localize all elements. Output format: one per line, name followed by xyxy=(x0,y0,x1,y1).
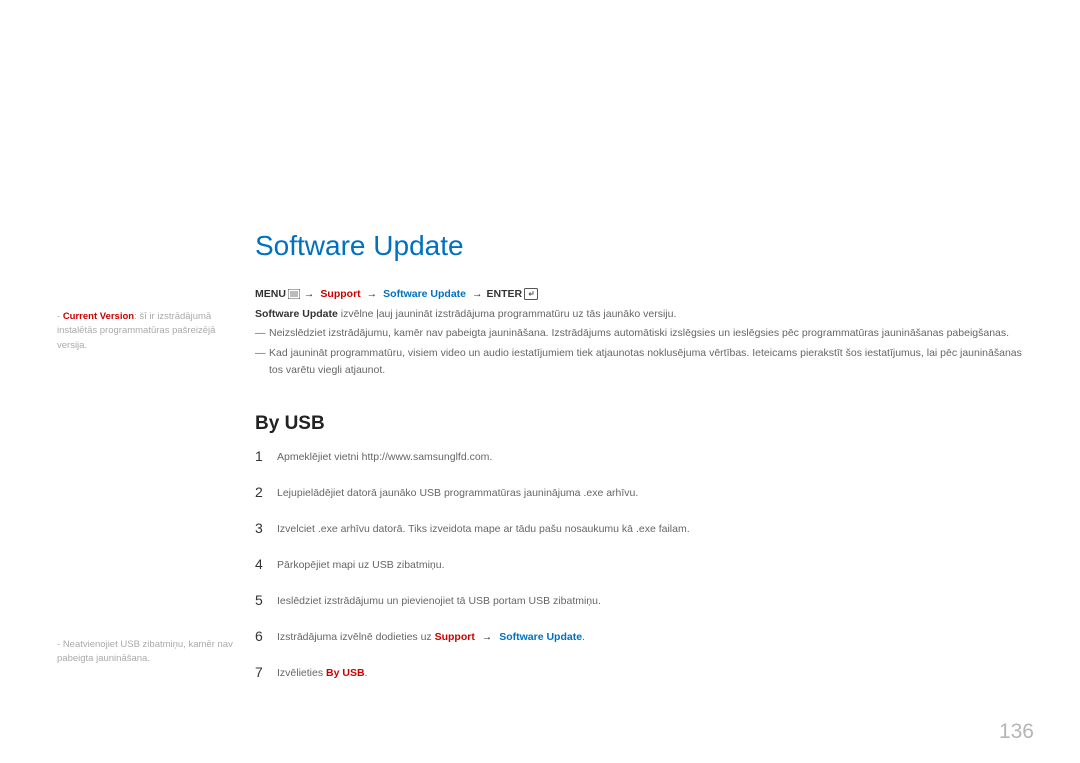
step-text: Izvelciet .exe arhīvu datorā. Tiks izvei… xyxy=(277,520,690,535)
step-number: 6 xyxy=(255,628,277,644)
step-number: 7 xyxy=(255,664,277,680)
notes: Neizslēdziet izstrādājumu, kamēr nav pab… xyxy=(255,325,1035,382)
arrow-icon: → xyxy=(472,288,483,300)
step: 2 Lejupielādējiet datorā jaunāko USB pro… xyxy=(255,484,1035,500)
side-note-usb-warning: - Neatvienojiet USB zibatmiņu, kamēr nav… xyxy=(57,638,237,667)
step6-prefix: Izstrādājuma izvēlnē dodieties uz xyxy=(277,631,435,643)
step-text: Ieslēdziet izstrādājumu un pievienojiet … xyxy=(277,592,601,607)
step: 3 Izvelciet .exe arhīvu datorā. Tiks izv… xyxy=(255,520,1035,536)
note-line: Neizslēdziet izstrādājumu, kamēr nav pab… xyxy=(255,325,1035,341)
enter-label: ENTER xyxy=(487,288,523,300)
side-note-current-version: - Current Version: šī ir izstrādājumā in… xyxy=(57,310,237,353)
intro-line: Software Update izvēlne ļauj jaunināt iz… xyxy=(255,308,676,320)
document-page: Software Update MENU → Support → Softwar… xyxy=(0,0,1080,763)
page-number: 136 xyxy=(999,720,1034,744)
side2-text: Neatvienojiet USB zibatmiņu, kamēr nav p… xyxy=(57,639,233,664)
subheading: By USB xyxy=(255,413,325,435)
step6-support: Support xyxy=(435,631,475,643)
step-number: 5 xyxy=(255,592,277,608)
page-title: Software Update xyxy=(255,230,464,262)
step-number: 2 xyxy=(255,484,277,500)
arrow-icon: → xyxy=(367,288,378,300)
current-version-label: Current Version xyxy=(63,311,134,322)
step6-dot: . xyxy=(582,631,585,643)
step-number: 4 xyxy=(255,556,277,572)
step: 4 Pārkopējiet mapi uz USB zibatmiņu. xyxy=(255,556,1035,572)
step: 5 Ieslēdziet izstrādājumu un pievienojie… xyxy=(255,592,1035,608)
step7-dot: . xyxy=(365,667,368,679)
step: 6 Izstrādājuma izvēlnē dodieties uz Supp… xyxy=(255,628,1035,644)
steps-list: 1 Apmeklējiet vietni http://www.samsungl… xyxy=(255,448,1035,700)
step-text: Izstrādājuma izvēlnē dodieties uz Suppor… xyxy=(277,628,585,643)
step7-byusb: By USB xyxy=(326,667,365,679)
enter-icon xyxy=(524,288,538,300)
step-number: 1 xyxy=(255,448,277,464)
step: 7 Izvēlieties By USB. xyxy=(255,664,1035,680)
menu-path: MENU → Support → Software Update → ENTER xyxy=(255,288,538,300)
step-text: Izvēlieties By USB. xyxy=(277,664,367,679)
step-text: Pārkopējiet mapi uz USB zibatmiņu. xyxy=(277,556,445,571)
arrow-icon: → xyxy=(479,631,495,643)
menu-icon xyxy=(288,289,300,299)
step-number: 3 xyxy=(255,520,277,536)
intro-bold: Software Update xyxy=(255,308,338,320)
support-label: Support xyxy=(320,288,360,300)
note-line: Kad jaunināt programmatūru, visiem video… xyxy=(255,345,1035,378)
arrow-icon: → xyxy=(304,288,315,300)
intro-text: izvēlne ļauj jaunināt izstrādājuma progr… xyxy=(338,308,677,320)
menu-label: MENU xyxy=(255,288,286,300)
step-text: Apmeklējiet vietni http://www.samsunglfd… xyxy=(277,448,492,463)
step-text: Lejupielādējiet datorā jaunāko USB progr… xyxy=(277,484,638,499)
step6-swu: Software Update xyxy=(499,631,582,643)
step: 1 Apmeklējiet vietni http://www.samsungl… xyxy=(255,448,1035,464)
software-update-label: Software Update xyxy=(383,288,466,300)
step7-prefix: Izvēlieties xyxy=(277,667,326,679)
